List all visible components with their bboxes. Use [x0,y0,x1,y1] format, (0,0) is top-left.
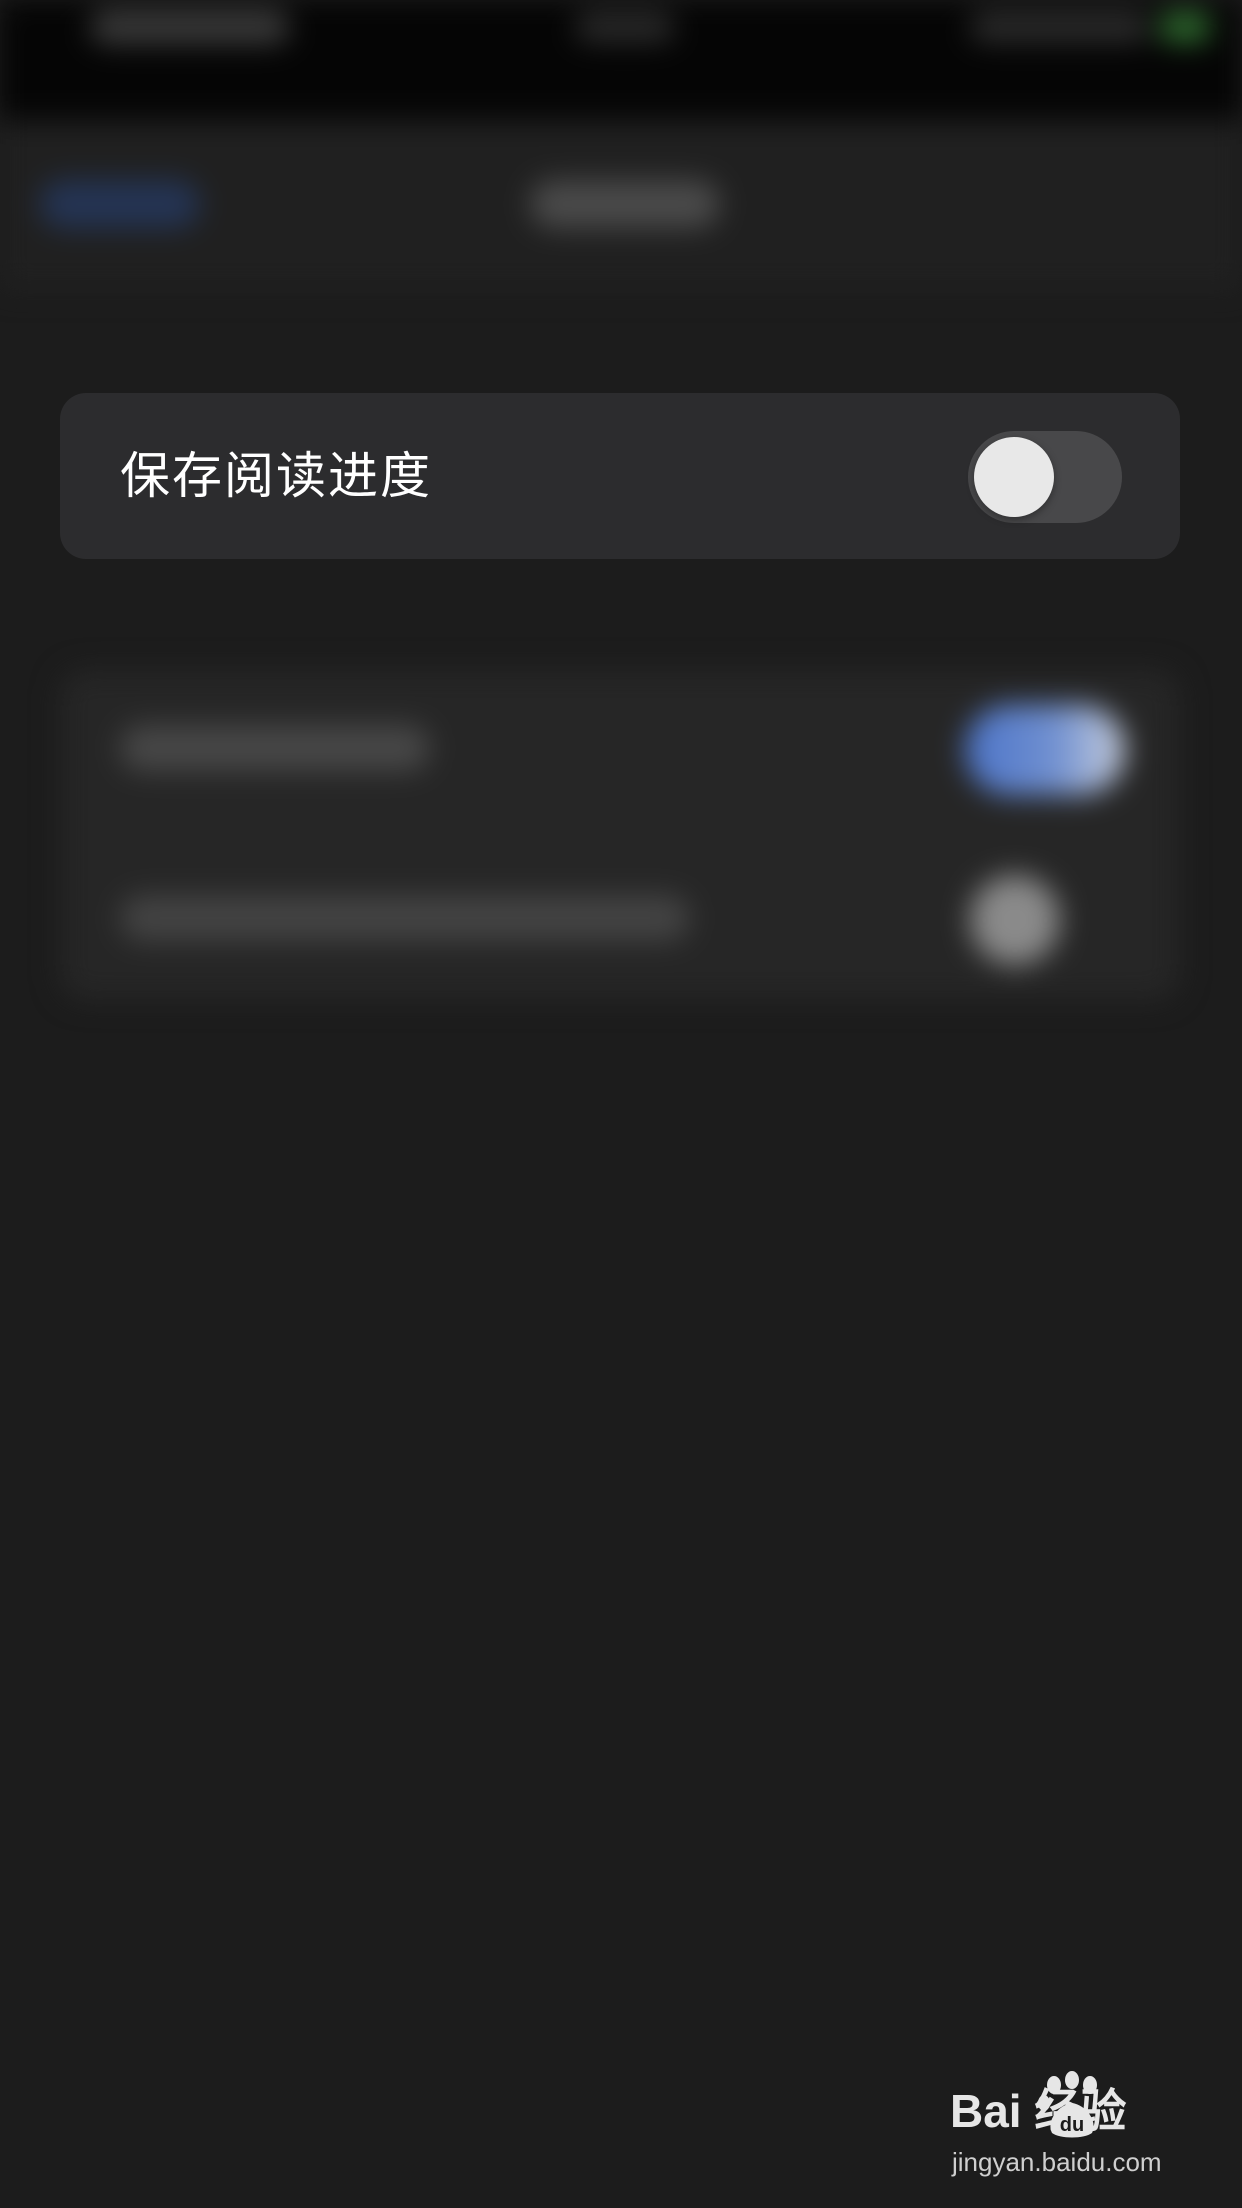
watermark-url: jingyan.baidu.com [952,2147,1162,2177]
save-reading-progress-toggle[interactable] [968,431,1122,523]
save-reading-progress-row: 保存阅读进度 [60,393,1180,559]
battery-icon [1160,12,1210,42]
settings-screen: 保存阅读进度 Bai 经验 du jingyan.baidu.com [0,0,1242,2208]
back-button-blurred [40,180,200,228]
status-time-blurred [90,10,290,44]
blurred-row-label [120,725,430,771]
baidu-jingyan-watermark: Bai 经验 du jingyan.baidu.com [950,2071,1180,2185]
toggle-knob [974,437,1054,517]
setting-label: 保存阅读进度 [120,447,432,505]
blurred-toggle-knob [970,875,1060,965]
blurred-toggle-on [965,705,1125,795]
blurred-row-label [120,895,690,941]
nav-title-blurred [530,180,720,228]
status-indicators-blurred [970,12,1150,42]
blurred-background [0,0,1242,2208]
status-center-blurred [575,12,675,42]
baidu-paw-icon: du [1038,2071,1097,2138]
svg-text:du: du [1060,2114,1084,2136]
